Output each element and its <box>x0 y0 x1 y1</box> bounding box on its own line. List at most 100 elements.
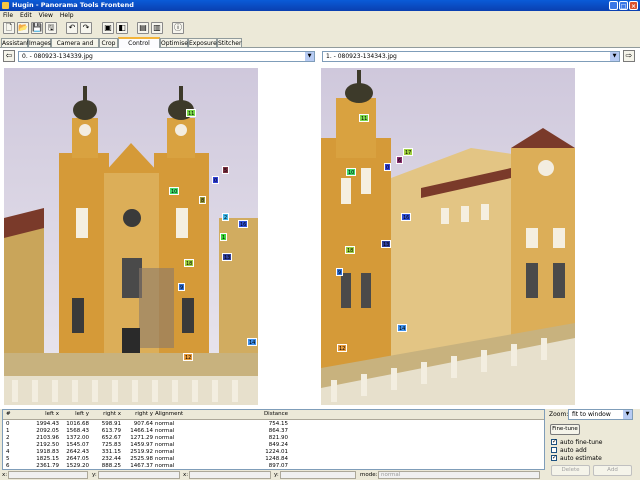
control-point-marker[interactable]: 6 <box>396 156 404 164</box>
control-point-marker[interactable]: 9 <box>178 283 186 291</box>
control-point-marker[interactable]: 18 <box>184 259 195 267</box>
table-cell[interactable]: 2103.96 <box>31 435 59 442</box>
menu-view[interactable]: View <box>39 12 53 19</box>
control-point-marker[interactable]: 18 <box>345 246 356 254</box>
optimize-icon[interactable]: ◧ <box>116 22 128 34</box>
left-x-field[interactable] <box>8 471 88 479</box>
table-cell[interactable]: 1529.20 <box>61 463 89 469</box>
save-as-icon[interactable]: 🖫 <box>45 22 57 34</box>
table-cell[interactable]: 1271.29 <box>123 435 153 442</box>
table-cell[interactable]: 2092.05 <box>31 428 59 435</box>
table-cell[interactable]: normal <box>155 421 215 428</box>
right-y-field[interactable] <box>280 471 356 479</box>
table-cell[interactable]: 2361.79 <box>31 463 59 469</box>
tab-images[interactable]: Images <box>28 38 51 47</box>
table-cell[interactable]: 1994.43 <box>31 421 59 428</box>
right-image-select[interactable]: 1. - 080923-134343.jpg ▼ <box>322 51 620 62</box>
open-project-icon[interactable]: 📂 <box>17 22 29 34</box>
control-point-marker[interactable]: 0 <box>384 163 392 171</box>
table-cell[interactable]: 3 <box>6 442 28 449</box>
table-cell[interactable]: 888.25 <box>91 463 121 469</box>
control-point-marker[interactable]: 17 <box>403 148 414 156</box>
zoom-select[interactable]: fit to window ▼ <box>568 409 633 420</box>
table-cell[interactable]: normal <box>155 428 215 435</box>
table-cell[interactable]: 754.15 <box>233 421 288 428</box>
table-cell[interactable]: 2647.05 <box>61 456 89 463</box>
table-cell[interactable]: normal <box>155 435 215 442</box>
column-header[interactable]: # <box>6 411 28 418</box>
tab-exposure[interactable]: Exposure <box>188 38 217 47</box>
table-cell[interactable]: 897.07 <box>233 463 288 469</box>
column-header[interactable]: right x <box>91 411 121 418</box>
table-cell[interactable]: 5 <box>6 456 28 463</box>
table-cell[interactable]: normal <box>155 463 215 469</box>
control-point-marker[interactable]: 12 <box>337 344 348 352</box>
redo-icon[interactable]: ↷ <box>80 22 92 34</box>
tab-optimiser[interactable]: Optimiser <box>160 38 190 47</box>
control-point-marker[interactable]: 10 <box>346 168 357 176</box>
control-point-marker[interactable]: 10 <box>169 187 180 195</box>
control-point-marker[interactable]: 1 <box>220 233 228 241</box>
undo-icon[interactable]: ↶ <box>66 22 78 34</box>
delete-button[interactable]: Delete <box>551 465 590 476</box>
control-points-table[interactable]: # left x left y right x right y Alignment Dist… <box>2 409 545 470</box>
save-project-icon[interactable]: 💾 <box>31 22 43 34</box>
table-cell[interactable]: normal <box>155 449 215 456</box>
table-cell[interactable]: 1372.00 <box>61 435 89 442</box>
table-cell[interactable]: 821.90 <box>233 435 288 442</box>
table-cell[interactable]: 1248.84 <box>233 456 288 463</box>
table-cell[interactable]: 1 <box>6 428 28 435</box>
control-point-marker[interactable]: 16 <box>401 213 412 221</box>
table-cell[interactable]: 1016.68 <box>61 421 89 428</box>
control-point-marker[interactable]: 12 <box>183 353 194 361</box>
maximize-button[interactable]: □ <box>619 1 628 10</box>
auto-estimate-checkbox[interactable]: ✓ <box>551 455 557 461</box>
control-point-marker[interactable]: 8 <box>199 196 207 204</box>
table-cell[interactable]: 1545.07 <box>61 442 89 449</box>
table-cell[interactable]: 1467.37 <box>123 463 153 469</box>
fine-tune-button[interactable]: Fine-tune <box>550 424 580 435</box>
add-images-icon[interactable]: ▣ <box>102 22 114 34</box>
right-image-view[interactable]: 11 17 6 0 10 16 13 18 9 14 12 <box>321 68 575 405</box>
table-cell[interactable]: 1568.43 <box>61 428 89 435</box>
tab-stitcher[interactable]: Stitcher <box>217 38 242 47</box>
auto-add-checkbox[interactable] <box>551 447 557 453</box>
control-point-marker[interactable]: 11 <box>359 114 370 122</box>
tab-camera-and-lens[interactable]: Camera and Lens <box>51 38 99 56</box>
menu-file[interactable]: File <box>3 12 13 19</box>
table-cell[interactable]: 1224.01 <box>233 449 288 456</box>
left-image-view[interactable]: 11 0 5 10 8 2 16 1 18 13 9 12 14 <box>4 68 258 405</box>
prev-image-button[interactable]: ⇦ <box>3 50 15 62</box>
minimize-button[interactable]: _ <box>609 1 618 10</box>
table-cell[interactable]: 4 <box>6 449 28 456</box>
control-point-marker[interactable]: 13 <box>222 253 233 261</box>
tab-assistant[interactable]: Assistant <box>1 38 29 47</box>
table-cell[interactable]: 652.67 <box>91 435 121 442</box>
control-point-marker[interactable]: 11 <box>186 109 197 117</box>
table-cell[interactable]: 725.83 <box>91 442 121 449</box>
column-header[interactable]: right y <box>123 411 153 418</box>
table-cell[interactable]: 907.64 <box>123 421 153 428</box>
column-header[interactable]: Distance <box>233 411 288 418</box>
control-point-marker[interactable]: 14 <box>247 338 258 346</box>
control-point-marker[interactable]: 16 <box>238 220 249 228</box>
table-cell[interactable]: 613.79 <box>91 428 121 435</box>
table-cell[interactable]: 0 <box>6 421 28 428</box>
column-header[interactable]: left x <box>31 411 59 418</box>
about-icon[interactable]: ⓘ <box>172 22 184 34</box>
tab-crop[interactable]: Crop <box>99 38 118 47</box>
table-cell[interactable]: 6 <box>6 463 28 469</box>
table-cell[interactable]: 849.24 <box>233 442 288 449</box>
table-cell[interactable]: 598.91 <box>91 421 121 428</box>
table-cell[interactable]: 864.37 <box>233 428 288 435</box>
table-cell[interactable]: 1466.14 <box>123 428 153 435</box>
table-cell[interactable]: 232.44 <box>91 456 121 463</box>
menu-edit[interactable]: Edit <box>20 12 32 19</box>
table-cell[interactable]: normal <box>155 456 215 463</box>
table-cell[interactable]: 1459.97 <box>123 442 153 449</box>
table-cell[interactable]: 2525.98 <box>123 456 153 463</box>
control-point-marker[interactable]: 5 <box>222 166 230 174</box>
preview-icon[interactable]: ▤ <box>137 22 149 34</box>
table-cell[interactable]: 1918.83 <box>31 449 59 456</box>
right-x-field[interactable] <box>189 471 271 479</box>
